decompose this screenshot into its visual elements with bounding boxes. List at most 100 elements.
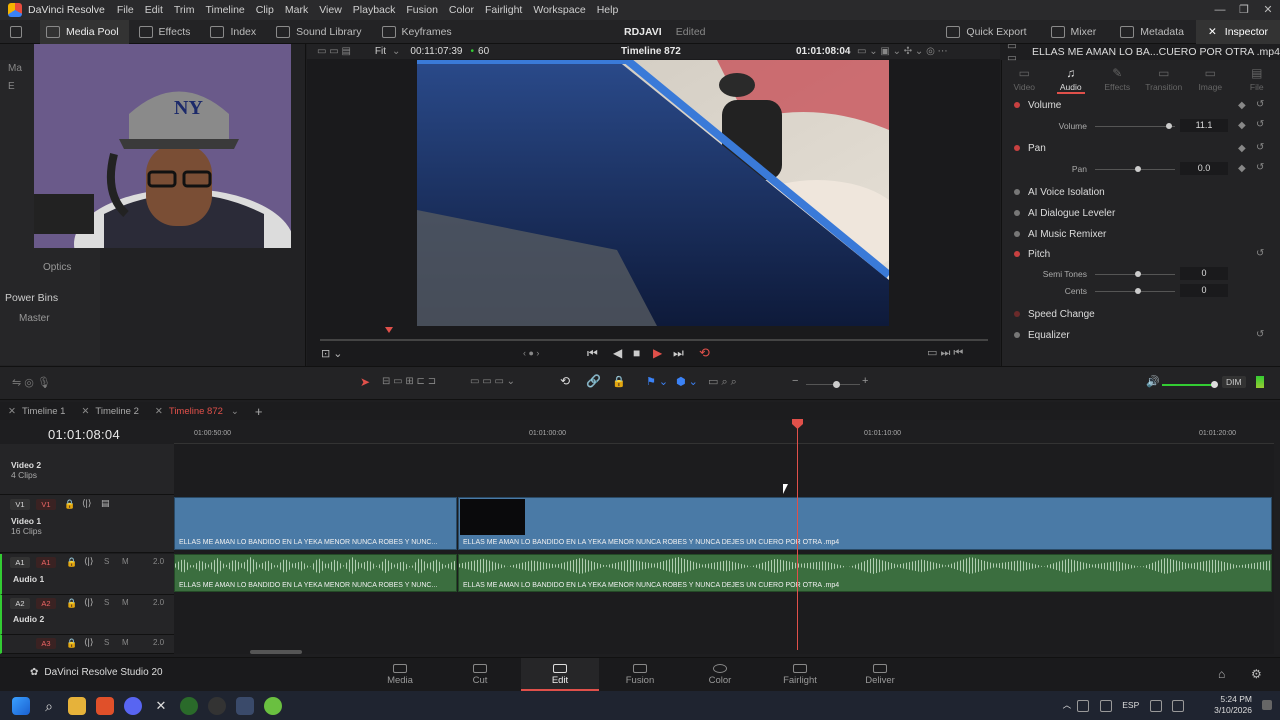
- obs-icon[interactable]: [208, 696, 226, 715]
- keyframe-diamond-icon[interactable]: ◆: [1238, 120, 1246, 131]
- video-clip[interactable]: ELLAS ME AMAN LO BANDIDO EN LA YEKA MENO…: [174, 497, 457, 550]
- chevron-up-icon[interactable]: ︿: [1063, 700, 1072, 710]
- play-icon[interactable]: ▶: [653, 346, 662, 360]
- menu-file[interactable]: File: [117, 4, 134, 16]
- cents-slider-knob[interactable]: [1135, 288, 1141, 294]
- lock-track-icon[interactable]: 🔒: [66, 638, 77, 649]
- network-icon[interactable]: [1077, 699, 1090, 712]
- enable-dot-icon[interactable]: [1014, 251, 1020, 258]
- lock-icon[interactable]: 🔒: [612, 375, 626, 388]
- play-reverse-icon[interactable]: ◀: [613, 346, 622, 360]
- ai-music-remixer-section[interactable]: AI Music Remixer: [1006, 229, 1268, 240]
- reset-icon[interactable]: ↺: [1256, 99, 1264, 110]
- davinci-taskbar-icon[interactable]: [236, 696, 254, 715]
- marker-icon[interactable]: ⬢ ⌄: [676, 375, 698, 388]
- chevron-down-icon[interactable]: ⌄: [392, 46, 400, 57]
- auto-select-icon[interactable]: ⟨|⟩: [84, 637, 93, 648]
- auto-select-icon[interactable]: ⟨|⟩: [84, 597, 93, 608]
- timeline-ruler[interactable]: 01:00:50:00 01:01:00:00 01:01:10:00 01:0…: [174, 420, 1274, 444]
- keyframe-diamond-icon[interactable]: ◆: [1238, 100, 1246, 111]
- viewer-layout-icon[interactable]: ▭ ▭ ▤: [317, 46, 351, 57]
- pan-value[interactable]: 0.0: [1180, 162, 1228, 175]
- edit-mode-icons[interactable]: ⇋ ◎ 🎙: [12, 376, 51, 389]
- lock-track-icon[interactable]: 🔒: [66, 557, 77, 568]
- tab-image[interactable]: ▭ Image: [1187, 62, 1234, 94]
- discord-icon[interactable]: [124, 696, 142, 715]
- enable-dot-icon[interactable]: [1014, 311, 1020, 318]
- brave-browser-icon[interactable]: [96, 696, 114, 715]
- lock-track-icon[interactable]: 🔒: [64, 499, 75, 510]
- source-patch-a2[interactable]: A2: [10, 598, 30, 609]
- flag-icon[interactable]: ⚑ ⌄: [646, 375, 668, 388]
- android-app-icon[interactable]: [264, 696, 282, 715]
- page-fusion[interactable]: Fusion: [601, 658, 679, 691]
- enable-dot-icon[interactable]: [1014, 231, 1020, 238]
- menu-workspace[interactable]: Workspace: [533, 4, 585, 16]
- keyframes-button[interactable]: Keyframes: [372, 20, 462, 44]
- page-fairlight[interactable]: Fairlight: [761, 658, 839, 691]
- semitones-slider-knob[interactable]: [1135, 271, 1141, 277]
- close-tab-icon[interactable]: ✕: [155, 406, 163, 417]
- track-header-audio-1[interactable]: A1 A1 🔒 ⟨|⟩ S M 2.0 Audio 1: [0, 554, 174, 595]
- match-frame-icon[interactable]: ▭ ⏭ ⏮: [927, 346, 963, 360]
- tab-file[interactable]: ▤ File: [1234, 62, 1280, 94]
- zoom-fit-select[interactable]: Fit: [375, 46, 386, 57]
- enable-dot-icon[interactable]: [1014, 210, 1020, 217]
- timeline-playhead[interactable]: [797, 420, 798, 650]
- ai-voice-isolation-section[interactable]: AI Voice Isolation: [1006, 187, 1268, 198]
- stop-icon[interactable]: ■: [633, 346, 640, 360]
- reset-icon[interactable]: ↺: [1256, 248, 1264, 259]
- menu-trim[interactable]: Trim: [174, 4, 195, 16]
- pan-slider-knob[interactable]: [1135, 166, 1141, 172]
- destination-patch-a2[interactable]: A2: [36, 598, 56, 609]
- timeline-timecode[interactable]: 01:01:08:04: [48, 427, 120, 442]
- maximize-icon[interactable]: ❐: [1232, 0, 1256, 20]
- metadata-button[interactable]: Metadata: [1108, 20, 1196, 44]
- inspector-button[interactable]: ✕ Inspector: [1195, 20, 1280, 44]
- master-volume-slider[interactable]: [1162, 384, 1214, 386]
- enable-dot-icon[interactable]: [1014, 332, 1020, 339]
- menu-edit[interactable]: Edit: [145, 4, 163, 16]
- system-clock[interactable]: 5:24 PM 3/10/2026: [1214, 694, 1252, 716]
- volume-slider[interactable]: [1095, 126, 1175, 127]
- tab-timeline-872[interactable]: ✕ Timeline 872 ⌄: [147, 402, 247, 420]
- solo-button[interactable]: S: [104, 598, 109, 607]
- zoom-tools-icons[interactable]: ▭ ⌕ ⌕: [708, 375, 737, 389]
- menu-playback[interactable]: Playback: [353, 4, 396, 16]
- mute-button[interactable]: M: [122, 557, 129, 566]
- menu-fusion[interactable]: Fusion: [406, 4, 438, 16]
- insert-overwrite-icons[interactable]: ▭ ▭ ▭ ⌄: [470, 376, 515, 387]
- volume-slider-knob[interactable]: [1166, 123, 1172, 129]
- selection-tool-icon[interactable]: ➤: [360, 375, 370, 389]
- volume-icon[interactable]: [1172, 699, 1184, 712]
- master-volume-knob[interactable]: [1211, 381, 1218, 388]
- menu-mark[interactable]: Mark: [285, 4, 308, 16]
- ai-dialogue-leveler-section[interactable]: AI Dialogue Leveler: [1006, 208, 1268, 219]
- pitch-section[interactable]: Pitch: [1006, 249, 1268, 260]
- volume-value[interactable]: 11.1: [1180, 119, 1228, 132]
- semitones-value[interactable]: 0: [1180, 267, 1228, 280]
- index-button[interactable]: Index: [200, 20, 266, 44]
- solo-button[interactable]: S: [104, 638, 109, 647]
- volume-section[interactable]: Volume: [1006, 100, 1268, 111]
- menu-view[interactable]: View: [319, 4, 342, 16]
- video-clip[interactable]: ELLAS ME AMAN LO BANDIDO EN LA YEKA MENO…: [458, 497, 1272, 550]
- close-icon[interactable]: ✕: [1256, 0, 1280, 20]
- mute-button[interactable]: M: [122, 598, 129, 607]
- menu-timeline[interactable]: Timeline: [205, 4, 244, 16]
- optics-label[interactable]: Optics: [43, 262, 71, 273]
- enable-dot-icon[interactable]: [1014, 145, 1020, 152]
- pan-section[interactable]: Pan: [1006, 143, 1268, 154]
- audio-clip[interactable]: ELLAS ME AMAN LO BANDIDO EN LA YEKA MENO…: [174, 554, 457, 592]
- audio-clip[interactable]: ELLAS ME AMAN LO BANDIDO EN LA YEKA MENO…: [458, 554, 1272, 592]
- zoom-out-icon[interactable]: −: [792, 375, 798, 387]
- scrubber-playhead[interactable]: [385, 327, 393, 333]
- track-header-audio-2[interactable]: A2 A2 🔒 ⟨|⟩ S M 2.0 Audio 2: [0, 595, 174, 635]
- mute-button[interactable]: M: [122, 638, 129, 647]
- page-color[interactable]: Color: [681, 658, 759, 691]
- close-tab-icon[interactable]: ✕: [81, 406, 89, 417]
- keyframe-diamond-icon[interactable]: ◆: [1238, 143, 1246, 154]
- enable-dot-icon[interactable]: [1014, 189, 1020, 196]
- source-patch-v1[interactable]: V1: [10, 499, 30, 510]
- tab-transition[interactable]: ▭ Transition: [1141, 62, 1188, 94]
